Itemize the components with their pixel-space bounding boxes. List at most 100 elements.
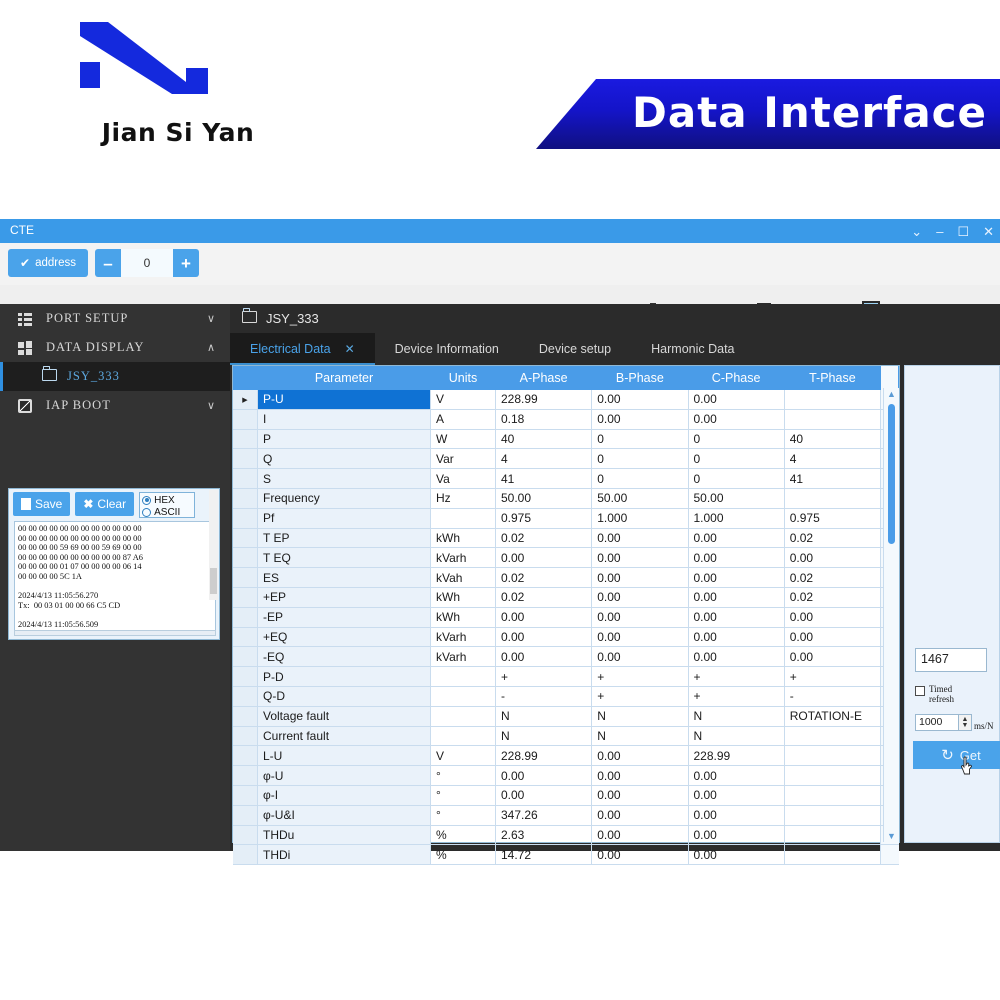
maximize-icon[interactable]: ☐ [957, 225, 969, 238]
cell-units[interactable]: ° [430, 765, 496, 786]
cell-parameter-name[interactable]: φ-U&I [257, 805, 431, 826]
cell-b-phase[interactable]: 0.00 [591, 844, 689, 866]
cell-b-phase[interactable]: 0.00 [591, 805, 689, 826]
cell-t-phase[interactable]: 0.975 [784, 508, 882, 529]
cell-b-phase[interactable]: 0 [591, 448, 689, 470]
cell-t-phase[interactable]: 0.02 [784, 587, 882, 608]
cell-units[interactable]: ° [430, 805, 496, 826]
cell-t-phase[interactable]: 0.00 [784, 627, 882, 648]
cell-t-phase[interactable]: 4 [784, 448, 882, 470]
table-row[interactable]: φ-U&I ° 347.26 0.00 0.00 [233, 805, 899, 826]
cell-a-phase[interactable]: 0.02 [495, 528, 593, 549]
cell-a-phase[interactable]: 228.99 [495, 745, 593, 767]
table-row[interactable]: -EP kWh 0.00 0.00 0.00 0.00 [233, 607, 899, 628]
cell-units[interactable]: V [430, 745, 496, 767]
table-row[interactable]: P-D + + + + [233, 666, 899, 687]
table-row[interactable]: φ-U ° 0.00 0.00 0.00 [233, 765, 899, 786]
row-indicator[interactable] [233, 785, 258, 806]
cell-c-phase[interactable]: 0 [688, 429, 785, 450]
cell-b-phase[interactable]: 0.00 [591, 547, 689, 569]
cell-a-phase[interactable]: 0.00 [495, 607, 593, 628]
cell-c-phase[interactable]: N [688, 726, 785, 747]
cell-t-phase[interactable]: 0.00 [784, 607, 882, 628]
cell-b-phase[interactable]: + [591, 666, 689, 687]
cell-units[interactable]: V [430, 390, 496, 410]
cell-b-phase[interactable]: N [591, 726, 689, 747]
cell-t-phase[interactable]: + [784, 666, 882, 687]
cell-a-phase[interactable]: 0.975 [495, 508, 593, 529]
cell-a-phase[interactable]: 0.02 [495, 587, 593, 608]
radio-hex[interactable]: HEX [142, 494, 192, 506]
table-row[interactable]: I A 0.18 0.00 0.00 [233, 409, 899, 430]
table-row[interactable]: ES kVah 0.02 0.00 0.00 0.02 [233, 567, 899, 588]
cell-t-phase[interactable]: 0.00 [784, 646, 882, 668]
stepper-increment-button[interactable]: + [173, 249, 199, 277]
table-row[interactable]: THDi% 14.72 0.00 0.00 [233, 844, 899, 866]
row-indicator[interactable] [233, 726, 258, 747]
tab-device-setup[interactable]: Device setup [519, 333, 631, 365]
cell-b-phase[interactable]: 0.00 [591, 587, 689, 608]
cell-t-phase[interactable]: 0.00 [784, 547, 882, 569]
cell-t-phase[interactable] [784, 785, 882, 806]
cell-b-phase[interactable]: 0.00 [591, 390, 689, 410]
cell-t-phase[interactable] [784, 844, 882, 866]
cell-b-phase[interactable]: + [591, 686, 689, 707]
row-indicator[interactable] [233, 448, 258, 470]
cell-a-phase[interactable]: 4 [495, 448, 593, 470]
cell-a-phase[interactable]: 0.02 [495, 567, 593, 588]
row-indicator[interactable] [233, 587, 258, 608]
tab-electrical-data[interactable]: Electrical Data ✕ [230, 333, 375, 365]
cell-a-phase[interactable]: 2.63 [495, 825, 593, 846]
cell-units[interactable] [430, 686, 496, 707]
cell-parameter-name[interactable]: P-U [257, 390, 431, 410]
cell-c-phase[interactable]: 0.00 [688, 390, 785, 410]
row-indicator[interactable] [233, 409, 258, 430]
cell-units[interactable]: kVah [430, 567, 496, 588]
cell-a-phase[interactable]: 41 [495, 468, 593, 489]
column-header-units[interactable]: Units [430, 366, 496, 390]
cell-c-phase[interactable]: + [688, 666, 785, 687]
cell-parameter-name[interactable]: Q [257, 448, 431, 470]
table-row[interactable]: P-UV228.990.000.00 [233, 390, 899, 410]
cell-a-phase[interactable]: 0.00 [495, 785, 593, 806]
cell-t-phase[interactable] [784, 488, 882, 509]
cell-units[interactable]: Hz [430, 488, 496, 509]
table-row[interactable]: S Va 41 0 0 41 [233, 468, 899, 489]
row-indicator[interactable] [233, 686, 258, 707]
minimize-icon[interactable]: – [936, 225, 943, 238]
cell-a-phase[interactable]: N [495, 706, 593, 727]
cell-parameter-name[interactable]: I [257, 409, 431, 430]
cell-a-phase[interactable]: 50.00 [495, 488, 593, 509]
close-icon[interactable]: ✕ [983, 225, 994, 238]
cell-b-phase[interactable]: 0.00 [591, 627, 689, 648]
row-indicator[interactable] [233, 825, 258, 846]
cell-a-phase[interactable]: 0.00 [495, 765, 593, 786]
column-header-c-phase[interactable]: C-Phase [688, 366, 785, 390]
get-button[interactable]: ↻ Get [913, 741, 1000, 769]
log-vertical-scrollbar[interactable] [209, 490, 218, 600]
cell-a-phase[interactable]: 40 [495, 429, 593, 450]
row-indicator[interactable] [233, 627, 258, 648]
clear-button[interactable]: ✖ Clear [75, 492, 135, 516]
cell-c-phase[interactable]: 228.99 [688, 745, 785, 767]
column-header-t-phase[interactable]: T-Phase [784, 366, 882, 390]
cell-parameter-name[interactable]: L-U [257, 745, 431, 767]
row-indicator[interactable] [233, 508, 258, 529]
cell-parameter-name[interactable]: Current fault [257, 726, 431, 747]
column-header-b-phase[interactable]: B-Phase [591, 366, 689, 390]
tab-harmonic-data[interactable]: Harmonic Data [631, 333, 754, 365]
cell-c-phase[interactable]: 0 [688, 468, 785, 489]
cell-units[interactable]: ° [430, 785, 496, 806]
cell-units[interactable] [430, 508, 496, 529]
cell-units[interactable]: kVarh [430, 646, 496, 668]
radio-ascii[interactable]: ASCII [142, 506, 192, 518]
cell-c-phase[interactable]: 0.00 [688, 607, 785, 628]
cell-parameter-name[interactable]: -EQ [257, 646, 431, 668]
column-header-a-phase[interactable]: A-Phase [495, 366, 593, 390]
interval-stepper[interactable]: ▲ ▼ [959, 714, 972, 731]
cell-units[interactable]: kVarh [430, 627, 496, 648]
cell-a-phase[interactable]: 14.72 [495, 844, 593, 866]
cell-parameter-name[interactable]: P-D [257, 666, 431, 687]
cell-c-phase[interactable]: 0.00 [688, 547, 785, 569]
cell-units[interactable]: W [430, 429, 496, 450]
